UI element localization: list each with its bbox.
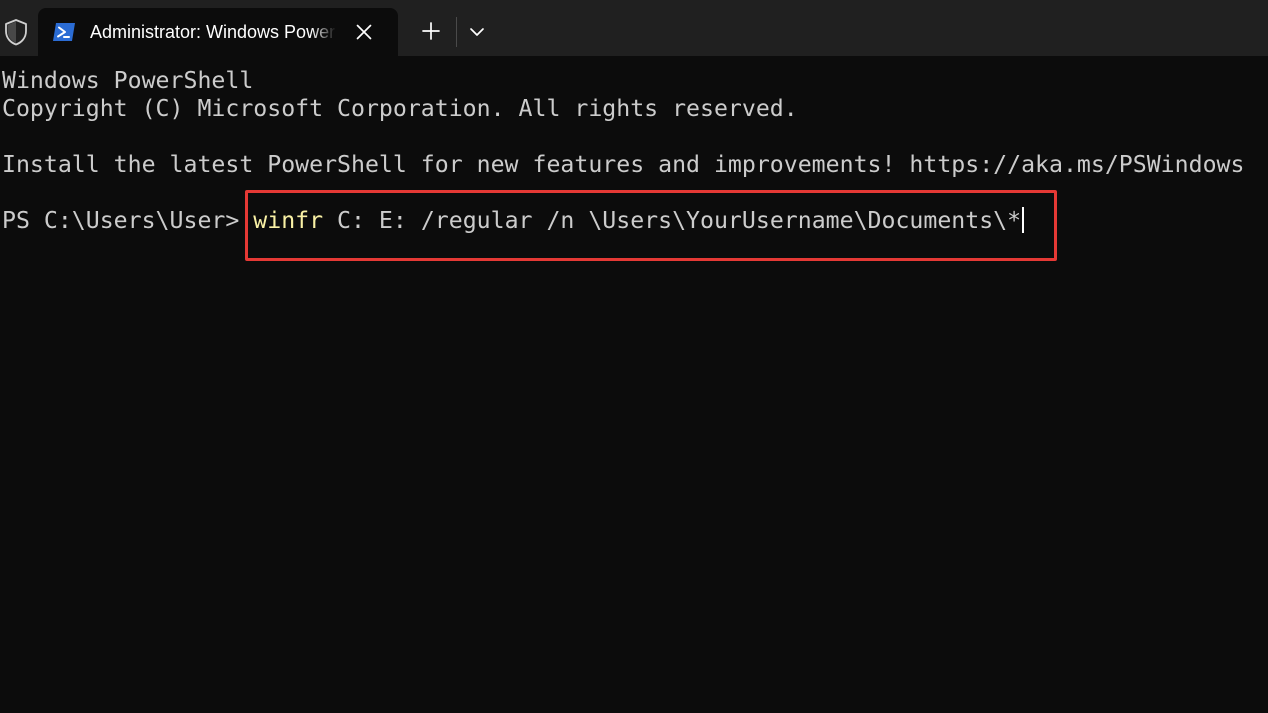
terminal-window: Administrator: Windows PowerShell Window… — [0, 0, 1268, 713]
close-icon[interactable] — [354, 22, 374, 42]
titlebar-divider — [456, 17, 457, 47]
title-bar[interactable]: Administrator: Windows PowerShell — [0, 0, 1268, 56]
output-line-copyright: Copyright (C) Microsoft Corporation. All… — [2, 95, 798, 122]
output-line-install-notice: Install the latest PowerShell for new fe… — [2, 151, 1245, 178]
tab-title: Administrator: Windows PowerShell — [90, 22, 336, 42]
prompt: PS C:\Users\User> — [2, 207, 254, 234]
output-line-header: Windows PowerShell — [2, 67, 254, 94]
command-highlight-box — [245, 190, 1057, 261]
tab-administrator-powershell[interactable]: Administrator: Windows PowerShell — [38, 8, 398, 56]
shield-icon — [5, 19, 27, 46]
powershell-icon — [53, 23, 75, 41]
terminal-output[interactable]: Windows PowerShell Copyright (C) Microso… — [0, 56, 1268, 713]
plus-icon[interactable] — [418, 18, 444, 44]
chevron-down-icon[interactable] — [466, 21, 488, 43]
